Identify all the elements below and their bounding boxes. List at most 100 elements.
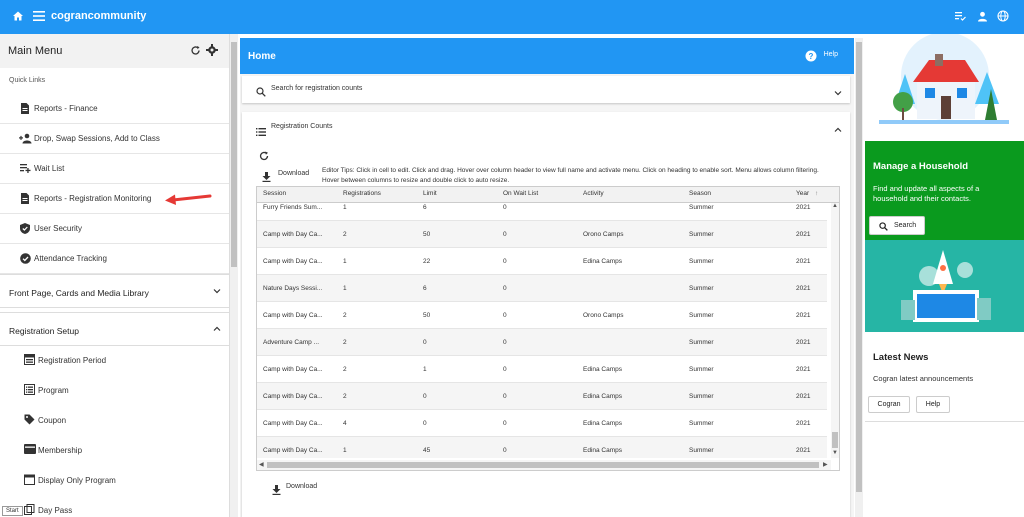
table-cell[interactable]: Camp with Day Ca... — [263, 312, 335, 319]
section-registration-setup[interactable]: Registration Setup — [0, 312, 229, 346]
table-cell[interactable]: 0 — [423, 393, 513, 400]
scroll-up-icon[interactable]: ▲ — [832, 203, 838, 209]
setup-item-registration-period[interactable]: Registration Period — [0, 345, 229, 375]
table-cell[interactable]: 2021 — [796, 339, 831, 346]
column-header[interactable]: On Wait List — [503, 187, 538, 201]
table-cell[interactable]: Summer — [689, 339, 779, 346]
table-cell[interactable]: 0 — [503, 447, 593, 454]
table-cell[interactable]: 2 — [343, 339, 433, 346]
section-front-page[interactable]: Front Page, Cards and Media Library — [0, 274, 229, 308]
help-button[interactable]: Help — [916, 396, 950, 413]
table-cell[interactable]: Adventure Camp ... — [263, 339, 335, 346]
table-cell[interactable]: 1 — [343, 447, 433, 454]
table-cell[interactable]: 1 — [423, 366, 513, 373]
table-cell[interactable]: 0 — [503, 231, 593, 238]
table-cell[interactable]: 2021 — [796, 285, 831, 292]
table-row[interactable]: Camp with Day Ca... 4 0 0 Edina Camps Summer 2… — [257, 409, 827, 436]
quick-link-reports-finance[interactable]: Reports - Finance — [0, 94, 229, 124]
table-row[interactable]: Camp with Day Ca... 2 1 0 Edina Camps Summer 2… — [257, 355, 827, 382]
table-cell[interactable]: Orono Camps — [583, 231, 673, 238]
quick-link-reports-registration-monitoring[interactable]: Reports - Registration Monitoring — [0, 184, 229, 214]
table-cell[interactable]: 2021 — [796, 393, 831, 400]
table-cell[interactable]: 2021 — [796, 420, 831, 427]
search-button[interactable]: Search — [869, 216, 925, 235]
account-icon[interactable] — [975, 9, 989, 23]
table-cell[interactable]: Furry Friends Sum... — [263, 204, 335, 211]
table-cell[interactable]: 22 — [423, 258, 513, 265]
table-cell[interactable]: Camp with Day Ca... — [263, 231, 335, 238]
table-cell[interactable]: Edina Camps — [583, 366, 673, 373]
table-cell[interactable]: Summer — [689, 366, 779, 373]
table-cell[interactable]: 2 — [343, 393, 433, 400]
column-header[interactable]: Year — [796, 187, 809, 201]
table-cell[interactable]: 1 — [343, 258, 433, 265]
column-header[interactable]: Limit — [423, 187, 437, 201]
table-cell[interactable]: Summer — [689, 420, 779, 427]
table-cell[interactable]: Camp with Day Ca... — [263, 447, 335, 454]
table-cell[interactable]: Summer — [689, 393, 779, 400]
table-cell[interactable]: Summer — [689, 231, 779, 238]
table-row[interactable]: Nature Days Sessi... 1 6 0 Summer 2021 — [257, 274, 827, 301]
table-row[interactable]: Adventure Camp ... 2 0 0 Summer 2021 — [257, 328, 827, 355]
column-header[interactable]: Season — [689, 187, 711, 201]
history-icon[interactable] — [190, 43, 202, 55]
table-cell[interactable]: Camp with Day Ca... — [263, 393, 335, 400]
column-header[interactable]: Registrations — [343, 187, 381, 201]
grid-hscroll-thumb[interactable] — [267, 462, 819, 468]
table-cell[interactable]: Edina Camps — [583, 420, 673, 427]
sidebar-scrollbar[interactable] — [230, 34, 238, 517]
checklist-icon[interactable] — [953, 9, 967, 23]
table-cell[interactable]: Summer — [689, 258, 779, 265]
table-cell[interactable]: 2 — [343, 231, 433, 238]
grid-scroll-thumb[interactable] — [832, 432, 838, 448]
table-cell[interactable]: 2021 — [796, 366, 831, 373]
table-cell[interactable]: Summer — [689, 285, 779, 292]
chevron-down-icon[interactable] — [833, 85, 843, 96]
table-cell[interactable]: 1 — [343, 285, 433, 292]
table-cell[interactable]: 0 — [423, 339, 513, 346]
table-cell[interactable]: Summer — [689, 447, 779, 454]
table-cell[interactable]: Summer — [689, 204, 779, 211]
table-cell[interactable]: Orono Camps — [583, 312, 673, 319]
table-cell[interactable]: 0 — [423, 420, 513, 427]
home-icon[interactable] — [11, 9, 25, 23]
table-cell[interactable]: 2021 — [796, 447, 831, 454]
setup-item-membership[interactable]: Membership — [0, 435, 229, 465]
table-cell[interactable]: Edina Camps — [583, 258, 673, 265]
table-row[interactable]: Camp with Day Ca... 1 22 0 Edina Camps Summer… — [257, 247, 827, 274]
scroll-down-icon[interactable]: ▼ — [832, 450, 838, 456]
table-cell[interactable]: Camp with Day Ca... — [263, 420, 335, 427]
table-cell[interactable]: 50 — [423, 312, 513, 319]
table-row[interactable]: Camp with Day Ca... 2 50 0 Orono Camps Summer… — [257, 220, 827, 247]
table-cell[interactable]: Camp with Day Ca... — [263, 366, 335, 373]
table-cell[interactable]: 0 — [503, 258, 593, 265]
chevron-up-icon[interactable] — [833, 122, 843, 132]
hamburger-menu-icon[interactable] — [32, 9, 46, 23]
table-cell[interactable]: 0 — [503, 339, 593, 346]
sidebar-scroll-thumb[interactable] — [231, 42, 237, 267]
table-row[interactable]: Furry Friends Sum... 1 6 0 Summer 2021 — [257, 203, 827, 220]
scroll-left-icon[interactable]: ◀ — [259, 461, 264, 468]
table-cell[interactable]: 0 — [503, 312, 593, 319]
registration-counts-grid[interactable]: Session Registrations Limit On Wait List… — [256, 186, 840, 471]
table-cell[interactable]: 2 — [343, 312, 433, 319]
gear-icon[interactable] — [206, 43, 218, 56]
scroll-right-icon[interactable]: ▶ — [823, 461, 828, 468]
quick-link-drop-swap[interactable]: Drop, Swap Sessions, Add to Class — [0, 124, 229, 154]
column-header[interactable]: Activity — [583, 187, 604, 201]
table-cell[interactable]: 4 — [343, 420, 433, 427]
main-scroll-thumb[interactable] — [856, 42, 862, 492]
table-cell[interactable]: 2021 — [796, 231, 831, 238]
table-cell[interactable]: 2021 — [796, 312, 831, 319]
quick-link-attendance-tracking[interactable]: Attendance Tracking — [0, 244, 229, 274]
table-cell[interactable]: 0 — [503, 204, 593, 211]
cogran-button[interactable]: Cogran — [868, 396, 910, 413]
start-tooltip[interactable]: Start — [2, 506, 23, 516]
refresh-icon[interactable] — [259, 148, 269, 161]
table-cell[interactable]: 0 — [503, 285, 593, 292]
table-cell[interactable]: 0 — [503, 420, 593, 427]
table-cell[interactable]: Edina Camps — [583, 447, 673, 454]
quick-link-user-security[interactable]: User Security — [0, 214, 229, 244]
main-scrollbar[interactable] — [855, 38, 863, 517]
globe-icon[interactable] — [996, 9, 1010, 23]
